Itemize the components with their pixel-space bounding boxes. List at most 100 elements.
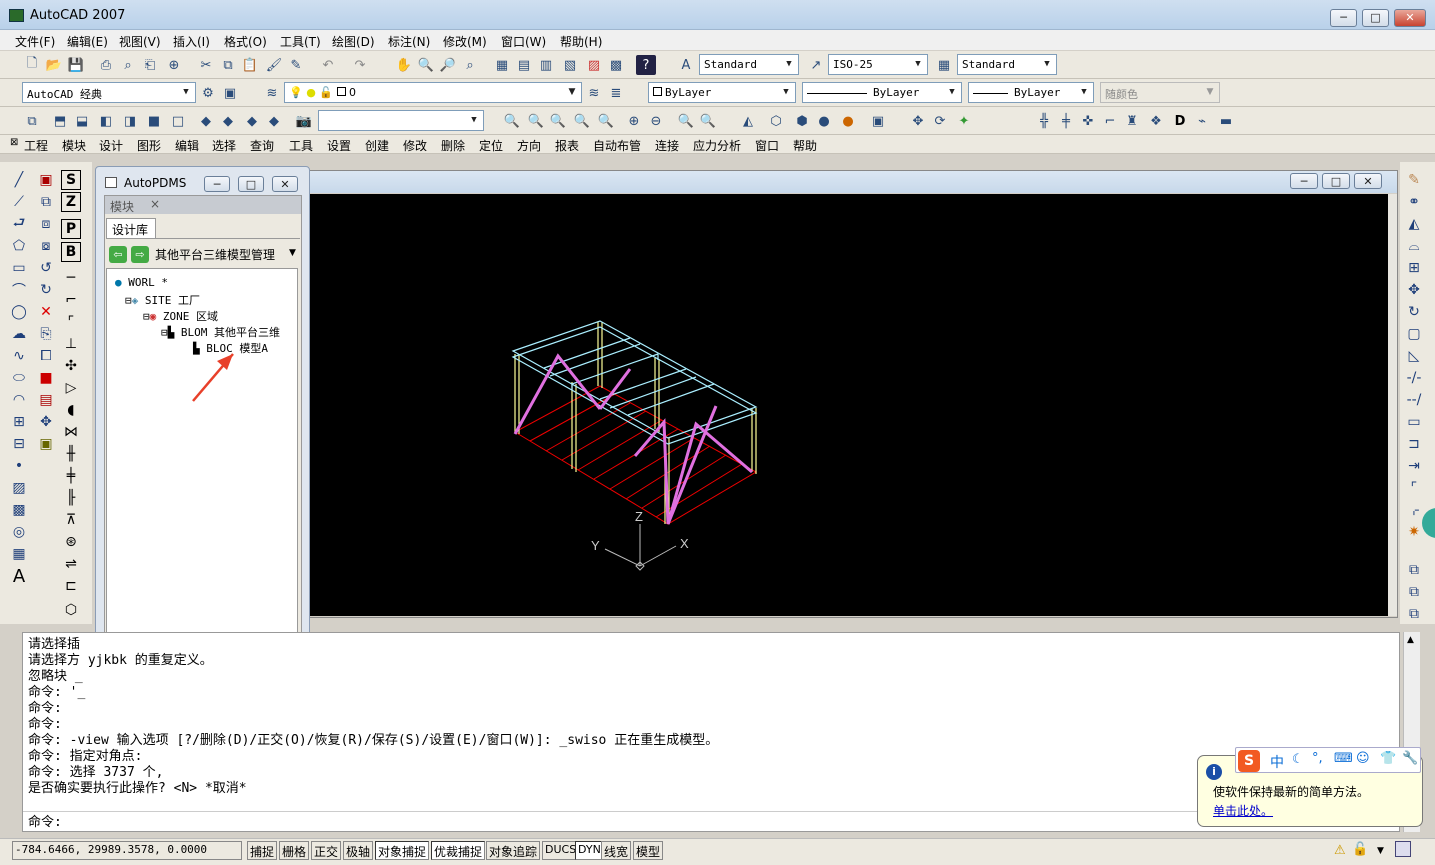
pipe-tool-9-icon[interactable]: ▬ (1216, 111, 1236, 131)
pdms-b-icon[interactable]: B (61, 242, 81, 262)
pdms-menu-auto-pipe[interactable]: 自动布管 (593, 137, 641, 154)
linetype-select[interactable]: ByLayer ▼ (802, 82, 962, 103)
calculator-icon[interactable]: ▩ (606, 55, 626, 75)
conceptual-visual-icon[interactable]: ● (838, 111, 858, 131)
mirror3d-icon[interactable]: ◭ (1404, 214, 1424, 234)
named-views-icon[interactable]: ⧉ (22, 111, 42, 131)
zoom-in-icon[interactable]: ⊕ (624, 111, 644, 131)
pipe-tool-8-icon[interactable]: ⌁ (1192, 111, 1212, 131)
pipe-cap-icon[interactable]: ◖ (61, 400, 81, 420)
print-icon[interactable]: ⎙ (96, 55, 116, 75)
zoom-window-icon[interactable]: 🔎 (438, 55, 458, 75)
make-layer-current-icon[interactable]: ≋ (584, 83, 604, 103)
pipe-tee-icon[interactable]: ⊥ (61, 334, 81, 354)
layer-stack-2-icon[interactable]: ⧉ (1404, 582, 1424, 602)
ortho-toggle[interactable]: 正交 (311, 841, 342, 860)
lineweight-select[interactable]: ByLayer ▼ (968, 82, 1094, 103)
pipe-tool-4-icon[interactable]: ⌐ (1100, 111, 1120, 131)
mirror-icon[interactable]: ⧈ (36, 214, 56, 234)
pipe-valve-icon[interactable]: ⋈ (61, 422, 81, 442)
keyboard-icon[interactable]: ⌨ (1334, 751, 1353, 766)
layer-manager-icon[interactable]: ≋ (262, 83, 282, 103)
spline-icon[interactable]: ∿ (9, 346, 29, 366)
layer-stack-icon[interactable]: ⧉ (1404, 560, 1424, 580)
warning-icon[interactable]: ⚠ (1334, 843, 1346, 858)
punctuation-icon[interactable]: °, (1312, 751, 1323, 766)
ime-toolbar[interactable]: S 中 ☾ °, ⌨ ☺ 👕 🔧 (1235, 747, 1421, 773)
command-prompt[interactable]: 命令: (28, 815, 62, 831)
viewport-scrollbar[interactable] (1388, 194, 1397, 616)
pipe-trap-icon[interactable]: ⇌ (61, 554, 81, 574)
ellipse-arc-icon[interactable]: ◠ (9, 390, 29, 410)
point-icon[interactable]: • (9, 456, 29, 476)
pdms-menu-settings[interactable]: 设置 (327, 137, 351, 154)
array-grid-icon[interactable]: ⊞ (1404, 258, 1424, 278)
hill-icon[interactable]: ⌓ (1404, 236, 1424, 256)
zoom-window-icon[interactable]: 🔍 (502, 111, 522, 131)
pipe-flange-icon[interactable]: ╫ (61, 444, 81, 464)
save-icon[interactable]: 💾 (66, 55, 86, 75)
drawing-minimize-button[interactable]: ─ (1290, 173, 1318, 189)
model-toggle[interactable]: 模型 (633, 841, 664, 860)
polygon-icon[interactable]: ⬠ (9, 236, 29, 256)
pdms-menu-design[interactable]: 设计 (99, 137, 123, 154)
ime-chinese-mode[interactable]: 中 (1270, 752, 1284, 772)
design-center-icon[interactable]: ▤ (514, 55, 534, 75)
erase-icon[interactable]: ✕ (36, 302, 56, 322)
right-view-icon[interactable]: ◨ (120, 111, 140, 131)
menu-file[interactable]: 文件(F) (15, 33, 55, 50)
layer-tool-icon[interactable]: ▣ (36, 434, 56, 454)
extend-icon[interactable]: --/ (1404, 390, 1424, 410)
layer-previous-icon[interactable]: ≣ (606, 83, 626, 103)
help-icon[interactable]: ? (636, 55, 656, 75)
ne-iso-icon[interactable]: ◆ (242, 111, 262, 131)
zoom-out-icon[interactable]: ⊖ (646, 111, 666, 131)
my-workspace-icon[interactable]: ▣ (220, 83, 240, 103)
explode-3d-icon[interactable]: ✷ (1404, 522, 1424, 542)
pipe-tool-7-icon[interactable]: D (1170, 111, 1190, 131)
break-point-icon[interactable]: ⊐ (1404, 434, 1424, 454)
gradient-icon[interactable]: ▩ (9, 500, 29, 520)
autocad-app-icon[interactable] (9, 9, 24, 22)
visual-styles-manager-icon[interactable]: ▣ (868, 111, 888, 131)
polyline-icon[interactable]: ⮐ (9, 214, 29, 234)
block-editor-icon[interactable]: ✎ (286, 55, 306, 75)
osnap-toggle[interactable]: 对象捕捉 (375, 841, 430, 860)
back-view-icon[interactable]: □ (168, 111, 188, 131)
3d-pan-icon[interactable]: ✥ (908, 111, 928, 131)
otrack-toggle[interactable]: 对象追踪 (486, 841, 541, 860)
coordinate-readout[interactable]: -784.6466, 29989.3578, 0.0000 (12, 841, 242, 860)
make-block-icon[interactable]: ⊟ (9, 434, 29, 454)
priority-snap-toggle[interactable]: 优裁捕捉 (431, 841, 486, 860)
polar-toggle[interactable]: 极轴 (343, 841, 374, 860)
user-icon[interactable]: ☺ (1356, 751, 1370, 766)
pipe-tool-3-icon[interactable]: ✜ (1078, 111, 1098, 131)
pipe-gasket-icon[interactable]: ╪ (61, 466, 81, 486)
move-icon[interactable]: ✥ (36, 412, 56, 432)
stretch-icon[interactable]: ◺ (1404, 346, 1424, 366)
link-icon[interactable]: ⚭ (1404, 192, 1424, 212)
menu-insert[interactable]: 插入(I) (173, 33, 210, 50)
dyn-toggle[interactable]: DYN (575, 841, 604, 860)
forward-arrow-icon[interactable]: ⇨ (131, 246, 149, 263)
nw-iso-icon[interactable]: ◆ (264, 111, 284, 131)
menu-window[interactable]: 窗口(W) (501, 33, 546, 50)
scroll-up-icon[interactable]: ▲ (1407, 635, 1414, 645)
copy-icon[interactable]: ⧉ (218, 55, 238, 75)
realistic-visual-icon[interactable]: ● (814, 111, 834, 131)
ellipse-icon[interactable]: ⬭ (9, 368, 29, 388)
back-arrow-icon[interactable]: ⇦ (109, 246, 127, 263)
fillet-icon[interactable]: ⌌ (1404, 500, 1424, 520)
zoom-extents-icon[interactable]: 🔍 (698, 111, 718, 131)
undo-icon[interactable]: ↶ (318, 55, 338, 75)
line-icon[interactable]: ╱ (9, 170, 29, 190)
model-viewport[interactable]: Z Y X (310, 194, 1388, 616)
pipe-cross-icon[interactable]: ✣ (61, 356, 81, 376)
scale-icon[interactable]: ▤ (36, 390, 56, 410)
zoom-center-icon[interactable]: 🔍 (572, 111, 592, 131)
3d-orbit-icon[interactable]: ⟳ (930, 111, 950, 131)
close-icon[interactable]: × (150, 197, 160, 211)
layer-stack-3-icon[interactable]: ⧉ (1404, 604, 1424, 624)
pdms-menu-reports[interactable]: 报表 (555, 137, 579, 154)
pdms-menu-connect[interactable]: 连接 (655, 137, 679, 154)
